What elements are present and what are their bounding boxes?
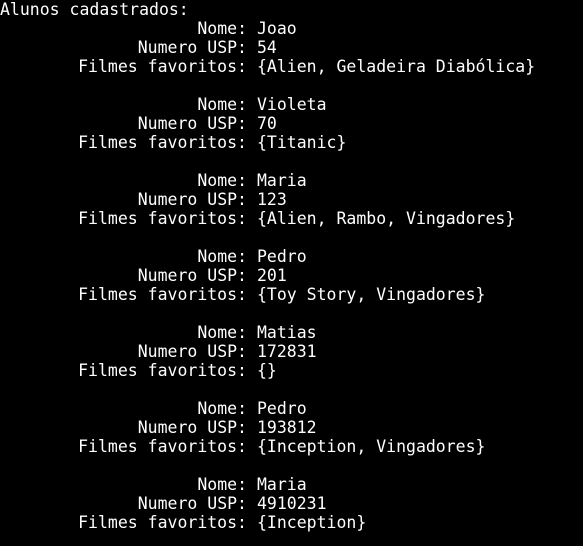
name-value: Maria — [257, 475, 307, 494]
student-name-row: Nome: Matias — [0, 323, 583, 342]
films-label: Filmes favoritos: — [78, 513, 247, 532]
student-films-row: Filmes favoritos: {Toy Story, Vingadores… — [0, 285, 583, 304]
usp-label: Numero USP: — [137, 38, 247, 57]
name-label: Nome: — [197, 171, 247, 190]
student-films-row: Filmes favoritos: {Alien, Geladeira Diab… — [0, 57, 583, 76]
usp-label: Numero USP: — [137, 342, 247, 361]
name-label: Nome: — [197, 19, 247, 38]
films-value: {Alien, Geladeira Diabólica} — [257, 57, 536, 76]
usp-value: 4910231 — [257, 494, 327, 513]
terminal-output[interactable]: Alunos cadastrados: Nome: Joao Numero US… — [0, 0, 583, 546]
films-value: {Titanic} — [257, 133, 347, 152]
usp-value: 193812 — [257, 418, 317, 437]
usp-label: Numero USP: — [137, 190, 247, 209]
header-line: Alunos cadastrados: — [0, 0, 189, 19]
films-value: {Inception} — [257, 513, 367, 532]
name-value: Violeta — [257, 95, 327, 114]
name-label: Nome: — [197, 323, 247, 342]
usp-label: Numero USP: — [137, 266, 247, 285]
student-films-row: Filmes favoritos: {} — [0, 361, 583, 380]
usp-value: 201 — [257, 266, 287, 285]
student-name-row: Nome: Maria — [0, 171, 583, 190]
name-label: Nome: — [197, 95, 247, 114]
usp-label: Numero USP: — [137, 114, 247, 133]
films-value: {Alien, Rambo, Vingadores} — [257, 209, 516, 228]
student-usp-row: Numero USP: 193812 — [0, 418, 583, 437]
usp-label: Numero USP: — [137, 494, 247, 513]
student-films-row: Filmes favoritos: {Inception, Vingadores… — [0, 437, 583, 456]
student-films-row: Filmes favoritos: {Inception} — [0, 513, 583, 532]
films-label: Filmes favoritos: — [78, 285, 247, 304]
student-films-row: Filmes favoritos: {Alien, Rambo, Vingado… — [0, 209, 583, 228]
films-label: Filmes favoritos: — [78, 57, 247, 76]
name-value: Pedro — [257, 247, 307, 266]
films-value: {Toy Story, Vingadores} — [257, 285, 486, 304]
usp-value: 54 — [257, 38, 277, 57]
name-label: Nome: — [197, 399, 247, 418]
usp-value: 172831 — [257, 342, 317, 361]
films-label: Filmes favoritos: — [78, 437, 247, 456]
films-label: Filmes favoritos: — [78, 133, 247, 152]
student-usp-row: Numero USP: 201 — [0, 266, 583, 285]
name-value: Matias — [257, 323, 317, 342]
student-name-row: Nome: Maria — [0, 475, 583, 494]
films-value: {} — [257, 361, 277, 380]
student-name-row: Nome: Violeta — [0, 95, 583, 114]
name-value: Pedro — [257, 399, 307, 418]
usp-value: 123 — [257, 190, 287, 209]
student-name-row: Nome: Joao — [0, 19, 583, 38]
name-value: Maria — [257, 171, 307, 190]
student-name-row: Nome: Pedro — [0, 247, 583, 266]
student-usp-row: Numero USP: 123 — [0, 190, 583, 209]
student-films-row: Filmes favoritos: {Titanic} — [0, 133, 583, 152]
name-value: Joao — [257, 19, 297, 38]
name-label: Nome: — [197, 247, 247, 266]
usp-label: Numero USP: — [137, 418, 247, 437]
films-label: Filmes favoritos: — [78, 361, 247, 380]
films-value: {Inception, Vingadores} — [257, 437, 486, 456]
films-label: Filmes favoritos: — [78, 209, 247, 228]
usp-value: 70 — [257, 114, 277, 133]
student-usp-row: Numero USP: 4910231 — [0, 494, 583, 513]
student-usp-row: Numero USP: 70 — [0, 114, 583, 133]
student-usp-row: Numero USP: 172831 — [0, 342, 583, 361]
student-name-row: Nome: Pedro — [0, 399, 583, 418]
student-usp-row: Numero USP: 54 — [0, 38, 583, 57]
name-label: Nome: — [197, 475, 247, 494]
